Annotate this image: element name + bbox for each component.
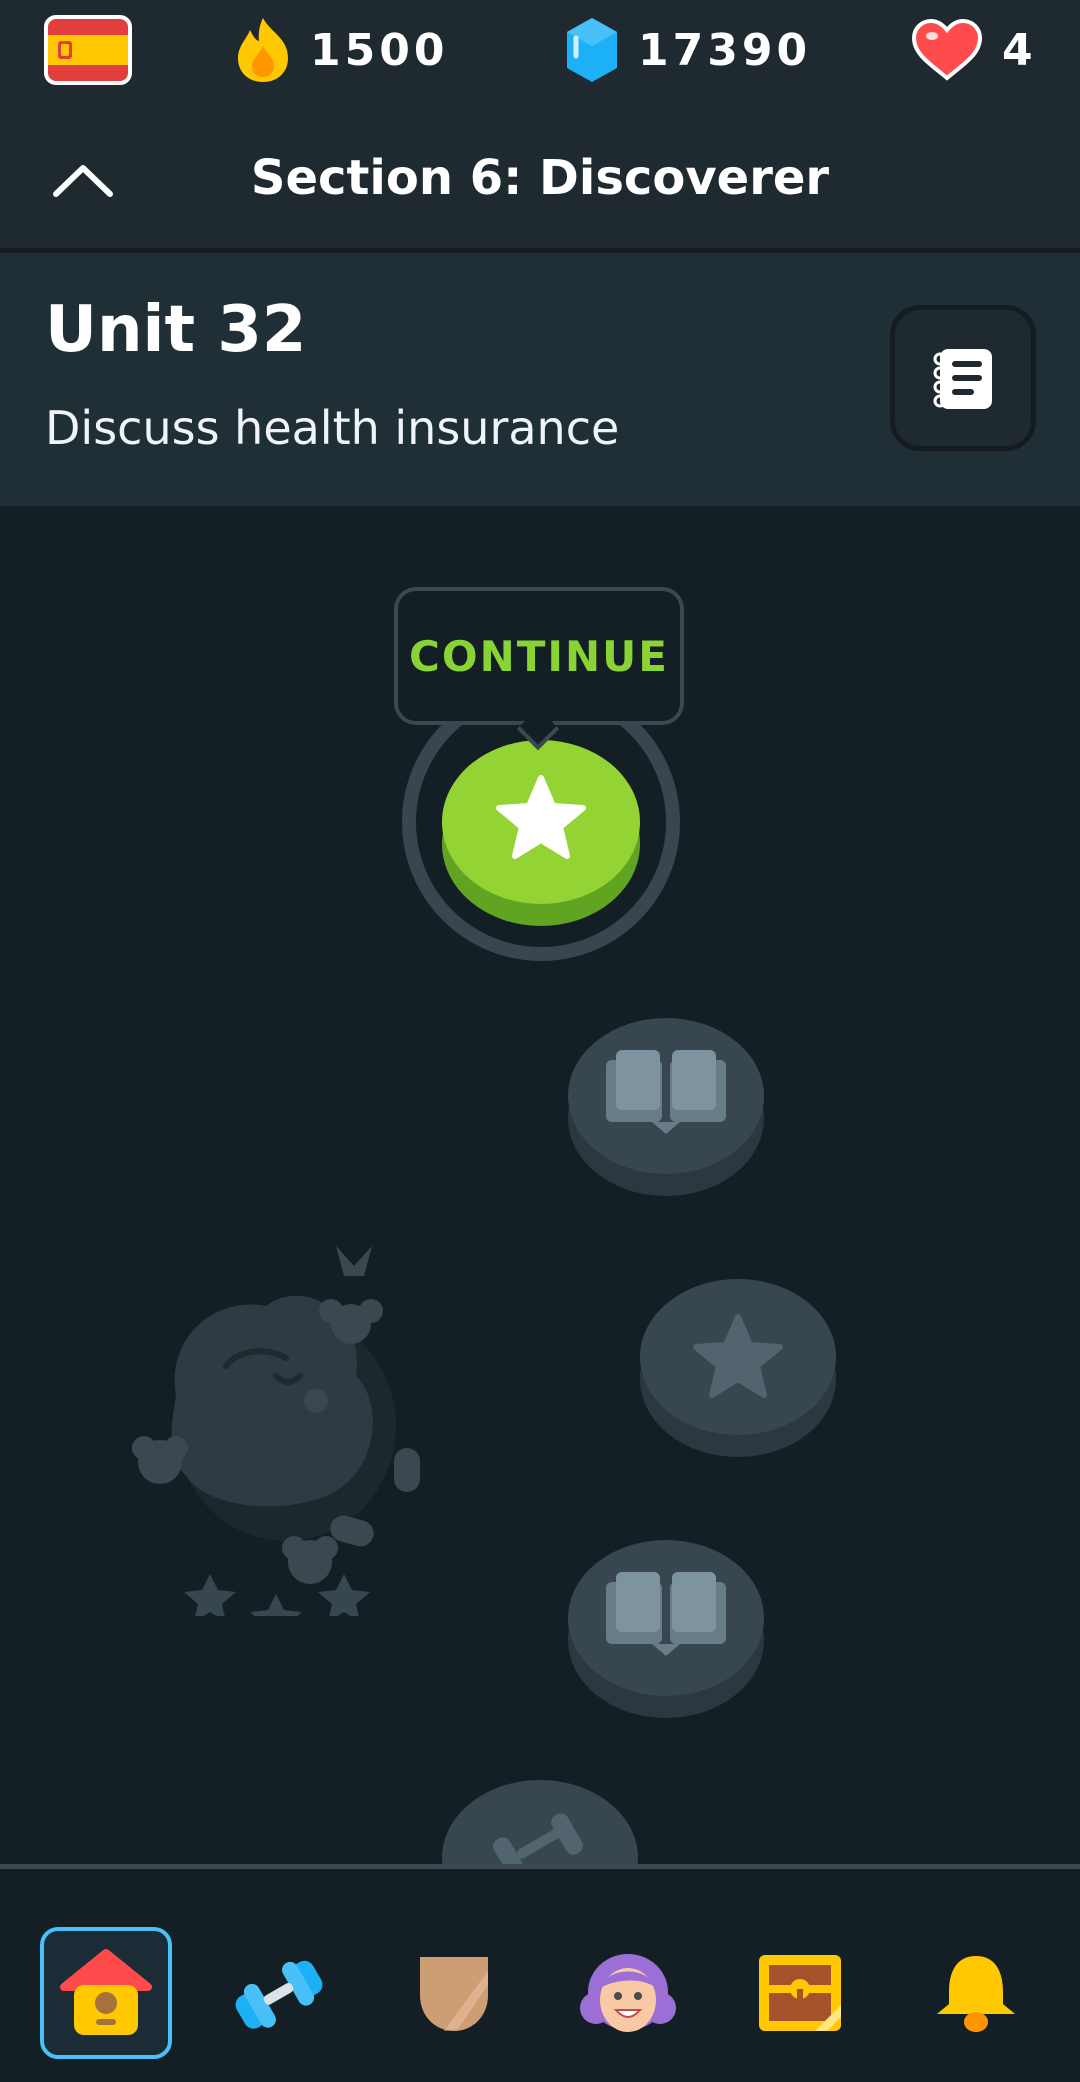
top-bar: 1500 17390 4 Section 6: Discoverer (0, 0, 1080, 253)
sleeping-owl-illustration (132, 1246, 420, 1616)
nav-tab-leagues[interactable] (388, 1927, 520, 2059)
guidebook-button[interactable] (890, 305, 1036, 451)
language-selector[interactable] (44, 14, 132, 86)
path-node-practice-locked[interactable] (440, 1776, 640, 1866)
nav-tab-shop[interactable] (734, 1927, 866, 2059)
streak-count: 1500 (310, 24, 449, 76)
path-node-lesson-locked[interactable] (638, 1275, 838, 1459)
streak-counter[interactable]: 1500 (234, 14, 448, 86)
continue-tooltip[interactable]: CONTINUE (394, 587, 684, 725)
stars-decoration (184, 1574, 370, 1616)
nav-tab-learn[interactable] (40, 1927, 172, 2059)
treasure-chest-icon (759, 1955, 841, 2031)
section-title[interactable]: Section 6: Discoverer (0, 150, 1080, 206)
gems-count: 17390 (638, 24, 812, 76)
guidebook-icon (933, 349, 992, 409)
bell-icon (937, 1956, 1015, 2032)
flame-icon (238, 18, 288, 82)
hearts-counter[interactable]: 4 (910, 14, 1037, 86)
heart-icon (911, 18, 983, 81)
unit-header: Unit 32 Discuss health insurance (0, 253, 1080, 506)
spain-flag-icon (44, 15, 132, 85)
path-node-story-locked[interactable] (566, 1536, 766, 1720)
nav-tab-practice[interactable] (212, 1927, 344, 2059)
unit-subtitle: Discuss health insurance (45, 401, 620, 455)
dumbbell-icon (235, 1960, 323, 2029)
hearts-count: 4 (1002, 24, 1037, 76)
shield-icon (420, 1957, 488, 2031)
unit-title: Unit 32 (45, 293, 307, 367)
gem-icon (567, 18, 617, 82)
continue-label: CONTINUE (409, 631, 669, 681)
gems-counter[interactable]: 17390 (564, 14, 811, 86)
home-icon (60, 1949, 152, 2035)
nav-tab-notifications[interactable] (910, 1927, 1042, 2059)
nav-tab-profile[interactable] (562, 1927, 694, 2059)
avatar-icon (580, 1954, 676, 2032)
bottom-navigation (0, 1864, 1080, 2082)
path-node-story-locked[interactable] (566, 1014, 766, 1198)
